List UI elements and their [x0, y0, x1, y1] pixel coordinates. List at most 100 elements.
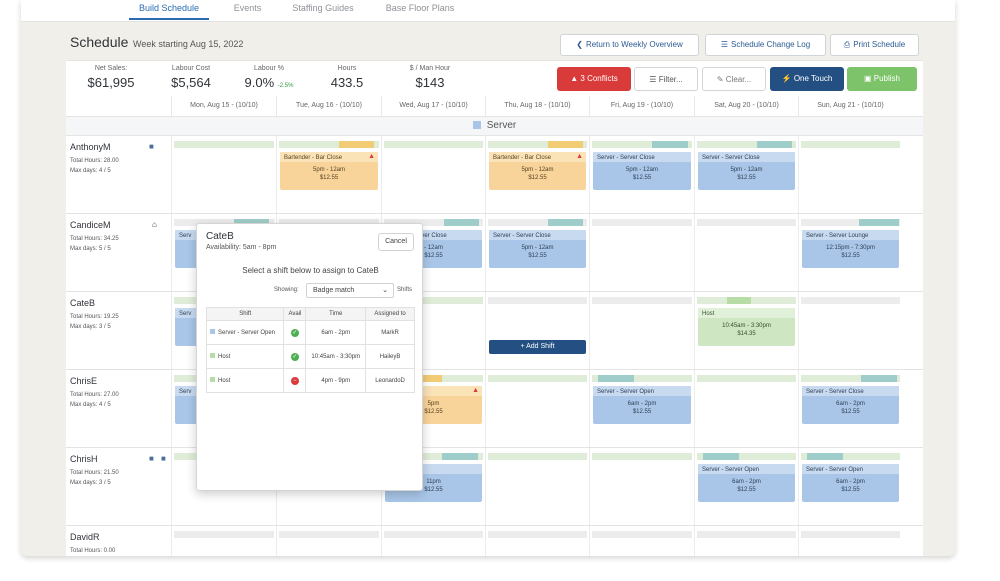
day-cell[interactable]: Host 10:45am - 3:30pm $14.35: [694, 292, 798, 369]
popup-availability: Availability: 5am - 8pm: [206, 244, 277, 251]
warning-icon: ▲: [576, 153, 583, 160]
employee-name[interactable]: CateB: [70, 298, 119, 308]
employee-name[interactable]: ChrisE: [70, 376, 119, 386]
check-circle-icon: ✓: [290, 328, 299, 337]
badge-server-icon: ■: [161, 454, 166, 463]
shift-card[interactable]: Server - Server Open 6am - 2pm $12.55: [802, 464, 899, 502]
eraser-icon: ✎: [716, 75, 724, 84]
shift-card[interactable]: Server - Server Close 5pm - 12am $12.55: [489, 230, 586, 268]
day-cell[interactable]: Server - Server Close 5pm - 12am $12.55: [694, 136, 798, 213]
day-cell[interactable]: [485, 448, 589, 525]
day-cell[interactable]: [589, 526, 694, 556]
filter-button[interactable]: ☰ Filter...: [634, 67, 698, 91]
day-cell[interactable]: [589, 448, 694, 525]
day-cell[interactable]: [694, 526, 798, 556]
day-cell[interactable]: Bartender - Bar Close ▲ 5pm - 12am $12.55: [485, 136, 589, 213]
printer-icon: ⎙: [843, 40, 851, 49]
assign-shift-popup: CateB Availability: 5am - 8pm Cancel Sel…: [196, 223, 423, 491]
server-color-swatch: [472, 121, 481, 129]
tab-base-floor-plans[interactable]: Base Floor Plans: [377, 2, 463, 20]
warning-icon: ▲: [368, 153, 375, 160]
stats-bar: Net Sales: $61,995 Labour Cost $5,564 La…: [66, 60, 923, 96]
employee-name[interactable]: DavidR: [70, 532, 115, 542]
tab-build-schedule[interactable]: Build Schedule: [129, 2, 209, 20]
table-row[interactable]: Host − 4pm - 9pm LeonardoD: [205, 368, 415, 393]
table-row[interactable]: Server - Server Open ✓ 6am - 2pm MarkR: [205, 320, 415, 345]
shift-card[interactable]: Bartender - Bar Close ▲ 5pm - 12am $12.55: [280, 152, 378, 190]
day-header-wed[interactable]: Wed, Aug 17 - (10/10): [381, 96, 485, 116]
day-cell[interactable]: [694, 214, 798, 291]
shift-color-swatch: [210, 329, 215, 334]
shift-card[interactable]: Server - Server Open 6am - 2pm $12.55: [698, 464, 795, 502]
day-cell[interactable]: Server - Server Close 5pm - 12am $12.55: [589, 136, 694, 213]
day-cell[interactable]: Bartender - Bar Close ▲ 5pm - 12am $12.55: [276, 136, 381, 213]
popup-employee-name: CateB: [206, 231, 234, 242]
shift-color-swatch: [210, 353, 215, 358]
shift-card[interactable]: Server - Server Close 5pm - 12am $12.55: [698, 152, 795, 190]
day-cell[interactable]: [694, 370, 798, 447]
day-cell[interactable]: [381, 136, 485, 213]
day-cell[interactable]: + Add Shift: [485, 292, 589, 369]
day-cell[interactable]: [485, 370, 589, 447]
day-cell[interactable]: Server - Server Open 6am - 2pm $12.55: [798, 448, 902, 525]
tab-staffing-guides[interactable]: Staffing Guides: [283, 2, 363, 20]
showing-label: Showing:: [274, 287, 299, 293]
employee-name[interactable]: AnthonyM: [70, 142, 119, 152]
day-cell[interactable]: [171, 136, 276, 213]
print-schedule-button[interactable]: ⎙ Print Schedule: [830, 34, 919, 56]
col-assigned: Assigned to: [365, 307, 415, 321]
list-icon: ☰: [720, 40, 728, 49]
shift-color-swatch: [210, 377, 215, 382]
day-cell[interactable]: [276, 526, 381, 556]
change-log-button[interactable]: ☰ Schedule Change Log: [705, 34, 826, 56]
employee-name[interactable]: CandiceM: [70, 220, 119, 230]
day-cell[interactable]: [381, 526, 485, 556]
shift-card[interactable]: Server - Server Open 6am - 2pm $12.55: [593, 386, 691, 424]
add-shift-button[interactable]: + Add Shift: [489, 340, 586, 354]
clear-button[interactable]: ✎ Clear...: [702, 67, 766, 91]
employee-row: DavidR Total Hours: 0.00: [66, 526, 923, 556]
day-header-tue[interactable]: Tue, Aug 16 - (10/10): [276, 96, 381, 116]
day-cell[interactable]: Server - Server Close 6am - 2pm $12.55: [798, 370, 902, 447]
bolt-icon: ⚡: [781, 74, 792, 83]
shift-card[interactable]: Server - Server Lounge 12:15pm - 7:30pm $1…: [802, 230, 899, 268]
day-header-fri[interactable]: Fri, Aug 19 - (10/10): [589, 96, 694, 116]
shift-card[interactable]: Host 10:45am - 3:30pm $14.35: [698, 308, 795, 346]
day-cell[interactable]: [798, 136, 902, 213]
day-header-thu[interactable]: Thu, Aug 18 - (10/10): [485, 96, 589, 116]
stat-labour-percent: Labour % 9.0% -2.5%: [244, 65, 294, 90]
day-cell[interactable]: [798, 526, 902, 556]
shift-filter-select[interactable]: Badge match ⌄: [306, 283, 394, 298]
section-header-server: Server: [66, 116, 923, 136]
day-cell[interactable]: Server - Server Close 5pm - 12am $12.55: [485, 214, 589, 291]
day-header-mon[interactable]: Mon, Aug 15 - (10/10): [171, 96, 276, 116]
shift-card[interactable]: Server - Server Close 5pm - 12am $12.55: [593, 152, 691, 190]
schedule-grid: Mon, Aug 15 - (10/10) Tue, Aug 16 - (10/…: [66, 96, 923, 556]
table-row[interactable]: Host ✓ 10:45am - 3:30pm HaileyB: [205, 344, 415, 369]
col-avail: Avail: [283, 307, 307, 321]
publish-button[interactable]: ▣ Publish: [847, 67, 917, 91]
return-weekly-button[interactable]: ❮ Return to Weekly Overview: [560, 34, 699, 56]
shift-card[interactable]: Bartender - Bar Close ▲ 5pm - 12am $12.55: [489, 152, 586, 190]
one-touch-button[interactable]: ⚡ One Touch: [770, 67, 844, 91]
shift-card[interactable]: Server - Server Close 6am - 2pm $12.55: [802, 386, 899, 424]
day-cell[interactable]: [589, 214, 694, 291]
stat-net-sales: Net Sales: $61,995: [87, 65, 135, 90]
employee-info: AnthonyM Total Hours: 28.00 Max days: 4 /…: [70, 142, 119, 174]
day-cell[interactable]: Server - Server Lounge 12:15pm - 7:30pm $1…: [798, 214, 902, 291]
tab-events[interactable]: Events: [225, 2, 270, 20]
day-header-sun[interactable]: Sun, Aug 21 - (10/10): [798, 96, 902, 116]
conflicts-button[interactable]: ▲ 3 Conflicts: [557, 67, 631, 91]
day-cell[interactable]: Server - Server Open 6am - 2pm $12.55: [694, 448, 798, 525]
employee-name[interactable]: ChrisH: [70, 454, 119, 464]
day-cell[interactable]: Server - Server Open 6am - 2pm $12.55: [589, 370, 694, 447]
week-subtitle: Week starting Aug 15, 2022: [133, 39, 244, 49]
day-cell[interactable]: [485, 526, 589, 556]
day-cell[interactable]: [589, 292, 694, 369]
day-cell[interactable]: [171, 526, 276, 556]
employee-info: CandiceM Total Hours: 34.25 Max days: 5 /…: [70, 220, 119, 252]
cancel-button[interactable]: Cancel: [378, 233, 414, 251]
day-header-sat[interactable]: Sat, Aug 20 - (10/10): [694, 96, 798, 116]
popup-instructions: Select a shift below to assign to CateB: [242, 266, 379, 275]
day-cell[interactable]: [798, 292, 902, 369]
